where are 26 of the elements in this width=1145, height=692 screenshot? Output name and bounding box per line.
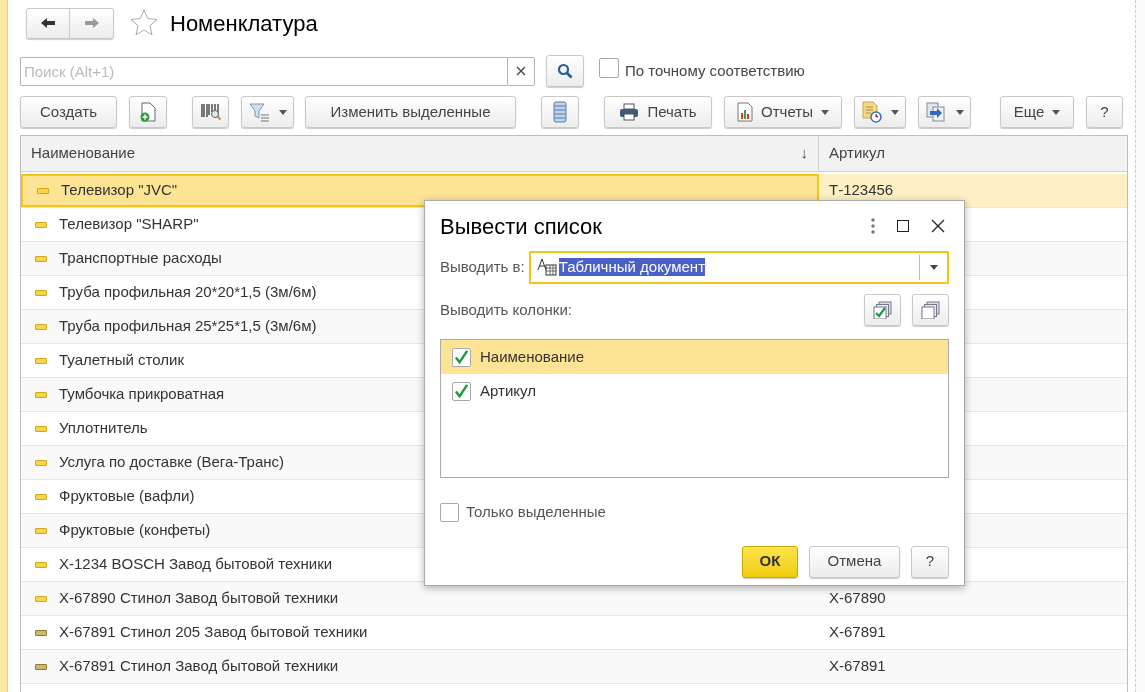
table-cell-text: Уплотнитель	[59, 418, 148, 439]
table-cell-text: Х-67891	[829, 656, 886, 677]
table-cell-text: Х-1234 BOSCH Завод бытовой техники	[59, 554, 333, 575]
table-cell-text: Тумбочка прикроватная	[59, 384, 225, 405]
column-label: Наименование	[480, 346, 584, 367]
window-title: Номенклатура	[170, 9, 318, 38]
table-cell-text: Телевизор "SHARP"	[59, 214, 199, 235]
table-cell-text: Фруктовые (вафли)	[59, 486, 195, 507]
column-label: Артикул	[480, 380, 536, 401]
table-cell-text: Т-123456	[829, 180, 894, 201]
table-cell-text: Услуга по доставке (Вега-Транс)	[59, 452, 284, 473]
table-cell-text: Х-67890 Стинол Завод бытовой техники	[59, 588, 339, 609]
table-cell-text: Х-67890	[829, 588, 886, 609]
field-label: Выводить в:	[440, 256, 525, 277]
table-cell-text: Х-67891 Стинол Завод бытовой техники	[59, 656, 339, 677]
checkbox-label: Только выделенные	[466, 502, 606, 522]
dialog-title: Вывести список	[440, 212, 602, 241]
table-cell-text: Телевизор "JVC"	[61, 180, 178, 201]
table-cell-text: Фруктовые (конфеты)	[59, 520, 211, 541]
table-cell-text: Х-67891 Стинол 205 Завод бытовой техники	[59, 622, 368, 643]
checkbox-label: По точному соответствию	[625, 60, 805, 81]
table-cell-text: Туалетный столик	[59, 350, 184, 371]
table-cell-text: Х-67891	[829, 622, 886, 643]
table-cell-text: Труба профильная 25*25*1,5 (3м/6м)	[59, 316, 317, 337]
table-cell-text: Труба профильная 20*20*1,5 (3м/6м)	[59, 282, 317, 303]
table-cell-text: Транспортные расходы	[59, 248, 222, 269]
